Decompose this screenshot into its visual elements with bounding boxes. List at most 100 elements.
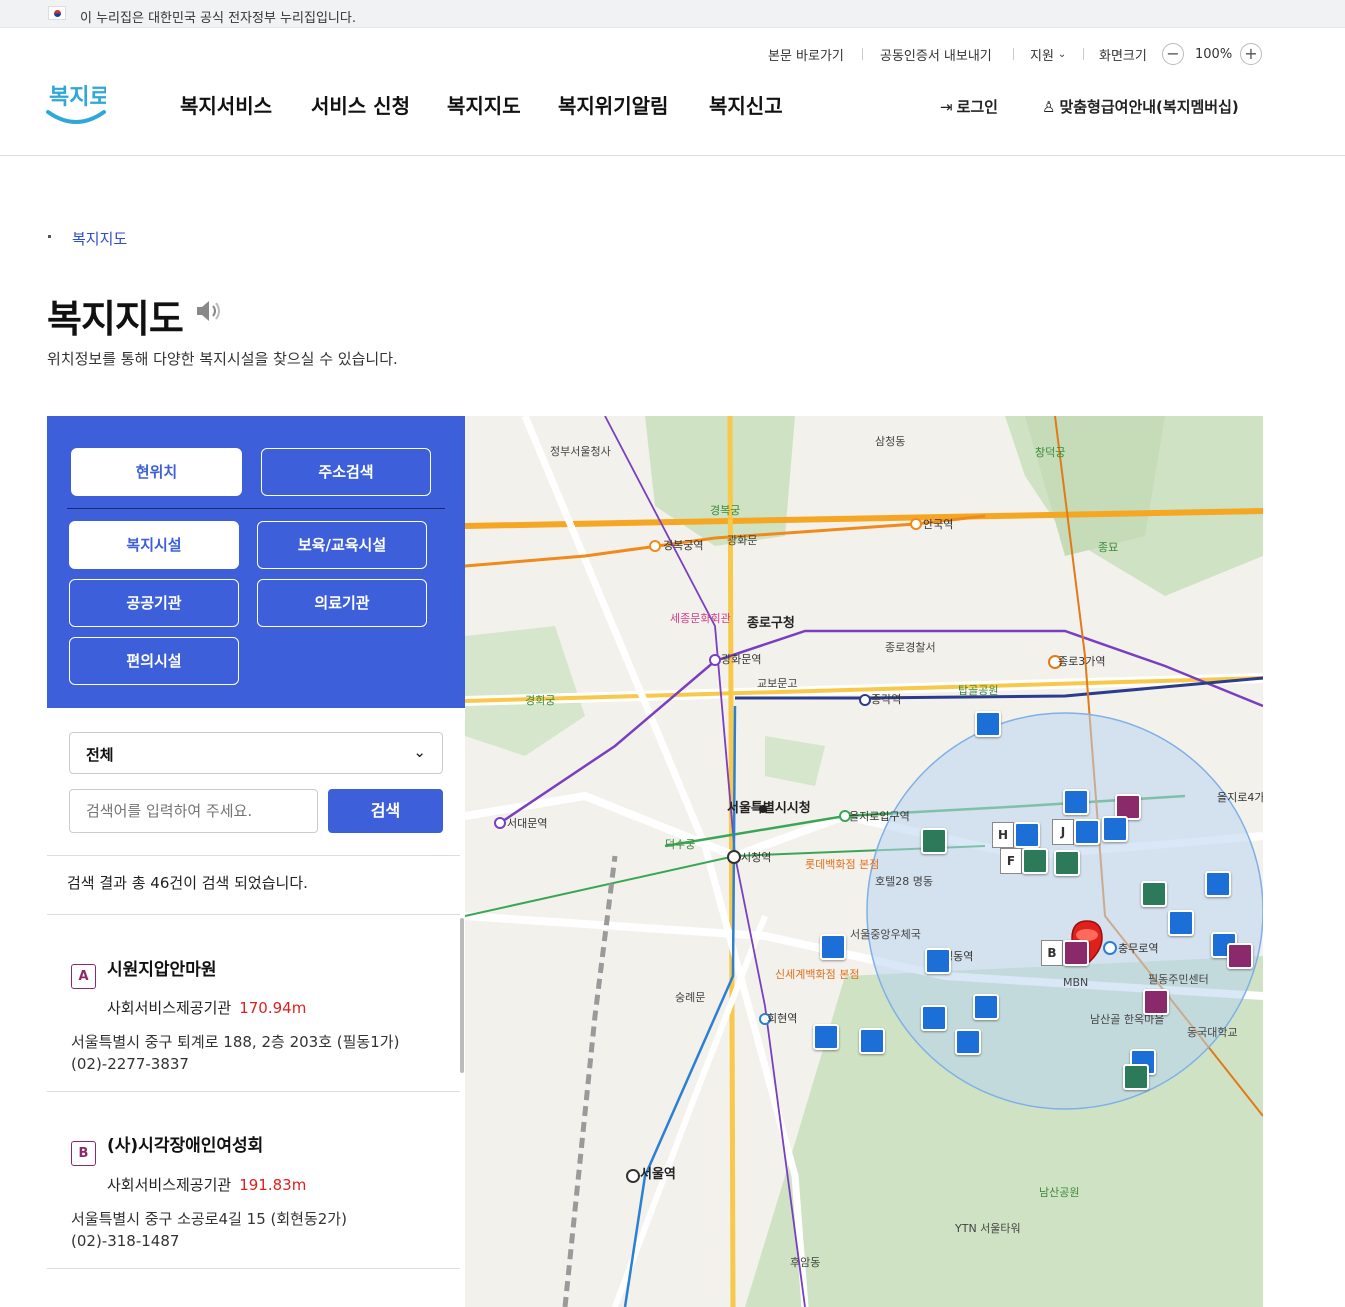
category-medical-institution[interactable]: 의료기관 — [257, 579, 427, 627]
map-label-anguk-station: 안국역 — [923, 518, 954, 531]
support-menu[interactable]: 지원 ⌄ — [1030, 44, 1066, 64]
korea-flag-icon — [48, 6, 66, 20]
result-name[interactable]: (사)시각장애인여성회 — [107, 1131, 263, 1156]
screen-size-label: 화면크기 — [1099, 48, 1147, 64]
map-label-tapgol-park: 탑골공원 — [958, 684, 999, 697]
login-label: 로그인 — [956, 98, 998, 116]
welfare-map[interactable]: 정부서울청사 삼청동 경복궁 경복궁역 광화문 안국역 창덕궁 종묘 세종문화회… — [465, 416, 1263, 1307]
map-label-samcheong: 삼청동 — [875, 435, 906, 448]
map-pin-welfare[interactable] — [921, 1005, 947, 1031]
result-badge: A — [71, 964, 96, 989]
map-pin-welfare[interactable] — [1014, 822, 1040, 848]
address-search-button[interactable]: 주소검색 — [261, 448, 431, 496]
category-filter-select[interactable]: 전체 ⌄ — [69, 732, 443, 774]
nav-welfare-map[interactable]: 복지지도 — [447, 90, 521, 119]
zoom-out-button[interactable]: − — [1162, 43, 1184, 65]
result-distance: 191.83m — [239, 1176, 307, 1194]
membership-label: 맞춤형급여안내(복지멤버십) — [1059, 98, 1239, 116]
map-pin-public[interactable] — [1054, 850, 1080, 876]
map-label-hoehyeon-station: 회현역 — [767, 1012, 798, 1025]
nav-service-application[interactable]: 서비스 신청 — [311, 90, 410, 119]
map-pin-welfare[interactable] — [859, 1028, 885, 1054]
map-marker-h[interactable]: H — [992, 822, 1014, 848]
map-pin-welfare[interactable] — [1063, 789, 1089, 815]
divider — [47, 914, 460, 915]
login-icon: ⇥ — [940, 97, 953, 116]
skip-to-content-link[interactable]: 본문 바로가기 — [768, 44, 844, 64]
map-label-city-hall: 서울특별시시청 — [727, 801, 811, 816]
result-type: 사회서비스제공기관 191.83m — [107, 1174, 306, 1195]
map-pin-childcare[interactable] — [1063, 940, 1089, 966]
map-pin-childcare[interactable] — [1227, 943, 1253, 969]
result-address: 서울특별시 중구 소공로4길 15 (회현동2가) — [71, 1210, 347, 1228]
map-pin-welfare[interactable] — [975, 711, 1001, 737]
result-name[interactable]: 시원지압안마원 — [107, 955, 216, 980]
map-pin-welfare[interactable] — [1074, 819, 1100, 845]
map-label-jongno-police: 종로경찰서 — [885, 641, 936, 654]
result-summary: 검색 결과 총 46건이 검색 되었습니다. — [67, 874, 308, 892]
map-label-gyeonghuigung: 경희궁 — [525, 694, 556, 707]
category-convenience-facility[interactable]: 편의시설 — [69, 637, 239, 685]
map-label-deoksugung: 덕수궁 — [665, 838, 696, 851]
category-public-institution[interactable]: 공공기관 — [69, 579, 239, 627]
page-title: 복지지도 — [47, 297, 184, 341]
map-marker-j[interactable]: J — [1052, 819, 1074, 845]
nav-welfare-services[interactable]: 복지서비스 — [180, 90, 272, 119]
map-label-gwanghwamun-station: 광화문역 — [721, 653, 762, 666]
search-input[interactable] — [69, 789, 318, 833]
result-badge: B — [71, 1141, 96, 1166]
map-label-shinsegae: 신세계백화점 본점 — [775, 968, 860, 981]
map-label-n-seoul-tower: YTN 서울타워 — [955, 1222, 1021, 1235]
breadcrumb-bullet — [48, 235, 51, 238]
result-type-label: 사회서비스제공기관 — [107, 1176, 232, 1194]
map-pin-childcare[interactable] — [1143, 989, 1169, 1015]
result-address: 서울특별시 중구 퇴계로 188, 2층 203호 (필동1가) — [71, 1033, 400, 1051]
speaker-icon[interactable] — [195, 298, 223, 328]
map-pin-public[interactable] — [1123, 1064, 1149, 1090]
search-button[interactable]: 검색 — [328, 789, 443, 833]
map-label-sungnyemun: 숭례문 — [675, 991, 706, 1004]
results-scrollbar[interactable] — [460, 918, 464, 1073]
category-welfare-facility[interactable]: 복지시설 — [69, 521, 239, 569]
map-marker-b[interactable]: B — [1041, 940, 1063, 966]
map-label-jongmyo: 종묘 — [1098, 541, 1119, 554]
breadcrumb-current[interactable]: 복지지도 — [72, 228, 127, 249]
zoom-in-button[interactable]: + — [1240, 43, 1262, 65]
map-label-gyeongbokgung: 경복궁 — [710, 504, 741, 517]
map-label-huam-dong: 후암동 — [790, 1256, 821, 1269]
map-pin-public[interactable] — [1141, 881, 1167, 907]
map-marker-f[interactable]: F — [1000, 848, 1022, 874]
government-banner: 이 누리집은 대한민국 공식 전자정부 누리집입니다. — [0, 0, 1345, 28]
certificate-export-link[interactable]: 공동인증서 내보내기 — [880, 44, 992, 64]
category-childcare-education[interactable]: 보육/교육시설 — [257, 521, 427, 569]
nav-welfare-report[interactable]: 복지신고 — [709, 90, 783, 119]
government-banner-text: 이 누리집은 대한민국 공식 전자정부 누리집입니다. — [80, 11, 356, 26]
zoom-level: 100% — [1195, 46, 1233, 62]
current-location-button[interactable]: 현위치 — [71, 448, 242, 496]
login-link[interactable]: ⇥ 로그인 — [940, 96, 998, 117]
map-pin-public[interactable] — [921, 828, 947, 854]
divider — [862, 48, 863, 60]
map-pin-welfare[interactable] — [925, 948, 951, 974]
map-pin-public[interactable] — [1022, 848, 1048, 874]
map-label-gov-complex: 정부서울청사 — [550, 445, 611, 458]
result-type-label: 사회서비스제공기관 — [107, 999, 232, 1017]
map-pin-welfare[interactable] — [1205, 871, 1231, 897]
map-pin-welfare[interactable] — [820, 934, 846, 960]
map-pin-welfare[interactable] — [813, 1024, 839, 1050]
divider — [47, 1091, 460, 1092]
map-pin-welfare[interactable] — [1168, 910, 1194, 936]
map-pin-welfare[interactable] — [1102, 816, 1128, 842]
map-pin-welfare[interactable] — [973, 994, 999, 1020]
bokjiro-logo[interactable]: 복지로 — [46, 76, 110, 128]
membership-link[interactable]: ♙ 맞춤형급여안내(복지멤버십) — [1042, 96, 1239, 117]
map-pin-welfare[interactable] — [955, 1029, 981, 1055]
map-label-central-post-office: 서울중앙우체국 — [850, 928, 921, 941]
map-label-namsan-park: 남산공원 — [1039, 1186, 1080, 1199]
result-phone: (02)-2277-3837 — [71, 1055, 189, 1073]
map-label-city-hall-station: 시청역 — [741, 851, 772, 864]
map-label-gwanghwamun: 광화문 — [727, 534, 758, 547]
nav-crisis-alert[interactable]: 복지위기알림 — [558, 90, 668, 119]
map-label-sejong-center: 세종문화회관 — [670, 612, 731, 625]
map-label-chungmuro-station: 충무로역 — [1118, 942, 1159, 955]
